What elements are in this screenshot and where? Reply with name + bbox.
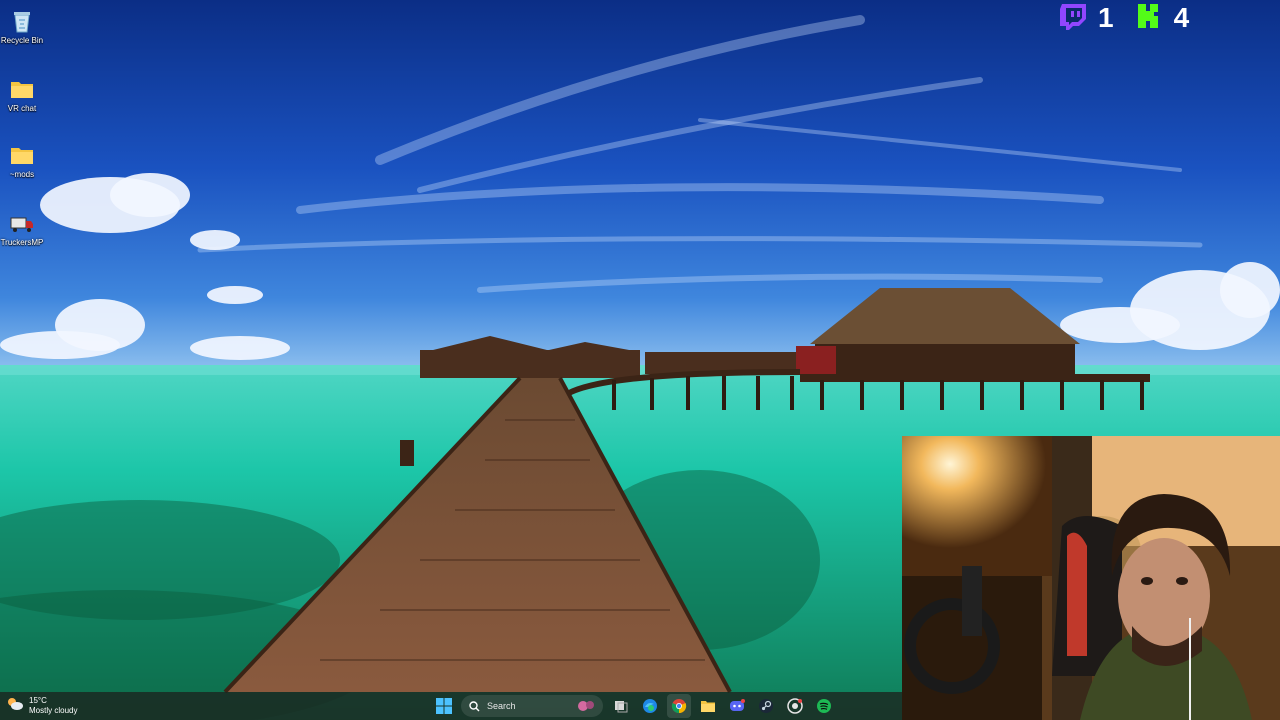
taskbar-center: Search: [432, 694, 841, 718]
taskbar-app-discord[interactable]: [725, 694, 749, 718]
task-view-icon: [615, 701, 628, 713]
taskbar: 15°C Mostly cloudy Search: [0, 692, 902, 720]
folder-icon: [9, 76, 35, 102]
steam-icon: [759, 699, 773, 713]
desktop-icon-vr-chat[interactable]: VR chat: [0, 76, 44, 113]
taskbar-app-github-desktop[interactable]: [783, 694, 807, 718]
kick-icon: [1136, 2, 1164, 35]
search-icon: [469, 700, 480, 711]
twitch-viewers: 1: [1058, 2, 1114, 35]
desktop-icon-truckersmp[interactable]: TruckersMP: [0, 210, 44, 247]
file-explorer-icon: [701, 701, 715, 712]
windows-logo-icon: [436, 698, 452, 714]
search-placeholder: Search: [487, 701, 516, 711]
desktop-icon-mods[interactable]: ~mods: [0, 142, 44, 179]
desktop-icon-recycle-bin[interactable]: Recycle Bin: [0, 8, 44, 45]
github-desktop-icon: [787, 698, 803, 714]
webcam-feed: [902, 436, 1280, 720]
taskbar-app-file-explorer[interactable]: [696, 694, 720, 718]
taskbar-app-chrome[interactable]: [667, 694, 691, 718]
weather-condition: Mostly cloudy: [29, 706, 78, 715]
taskbar-app-spotify[interactable]: [812, 694, 836, 718]
kick-viewer-count: 4: [1173, 2, 1190, 33]
taskbar-app-edge[interactable]: [638, 694, 662, 718]
weather-widget[interactable]: 15°C Mostly cloudy: [6, 695, 77, 717]
truck-icon: [9, 210, 35, 236]
edge-icon: [643, 699, 657, 713]
search-highlight-icon: [578, 701, 594, 711]
taskbar-app-steam[interactable]: [754, 694, 778, 718]
task-view-button[interactable]: [609, 694, 633, 718]
viewer-count-overlay: 1 4: [1058, 2, 1211, 34]
weather-temperature: 15°C: [29, 696, 47, 705]
recycle-bin-icon: [9, 8, 35, 34]
taskbar-search-box[interactable]: Search: [461, 695, 603, 717]
weather-icon: [6, 696, 24, 717]
discord-icon: [730, 699, 745, 711]
twitch-viewer-count: 1: [1098, 2, 1114, 33]
kick-viewers: 4: [1136, 2, 1190, 35]
start-button[interactable]: [432, 694, 456, 718]
twitch-icon: [1058, 2, 1088, 35]
spotify-icon: [817, 699, 831, 713]
chrome-icon: [671, 699, 687, 714]
folder-icon: [9, 142, 35, 168]
